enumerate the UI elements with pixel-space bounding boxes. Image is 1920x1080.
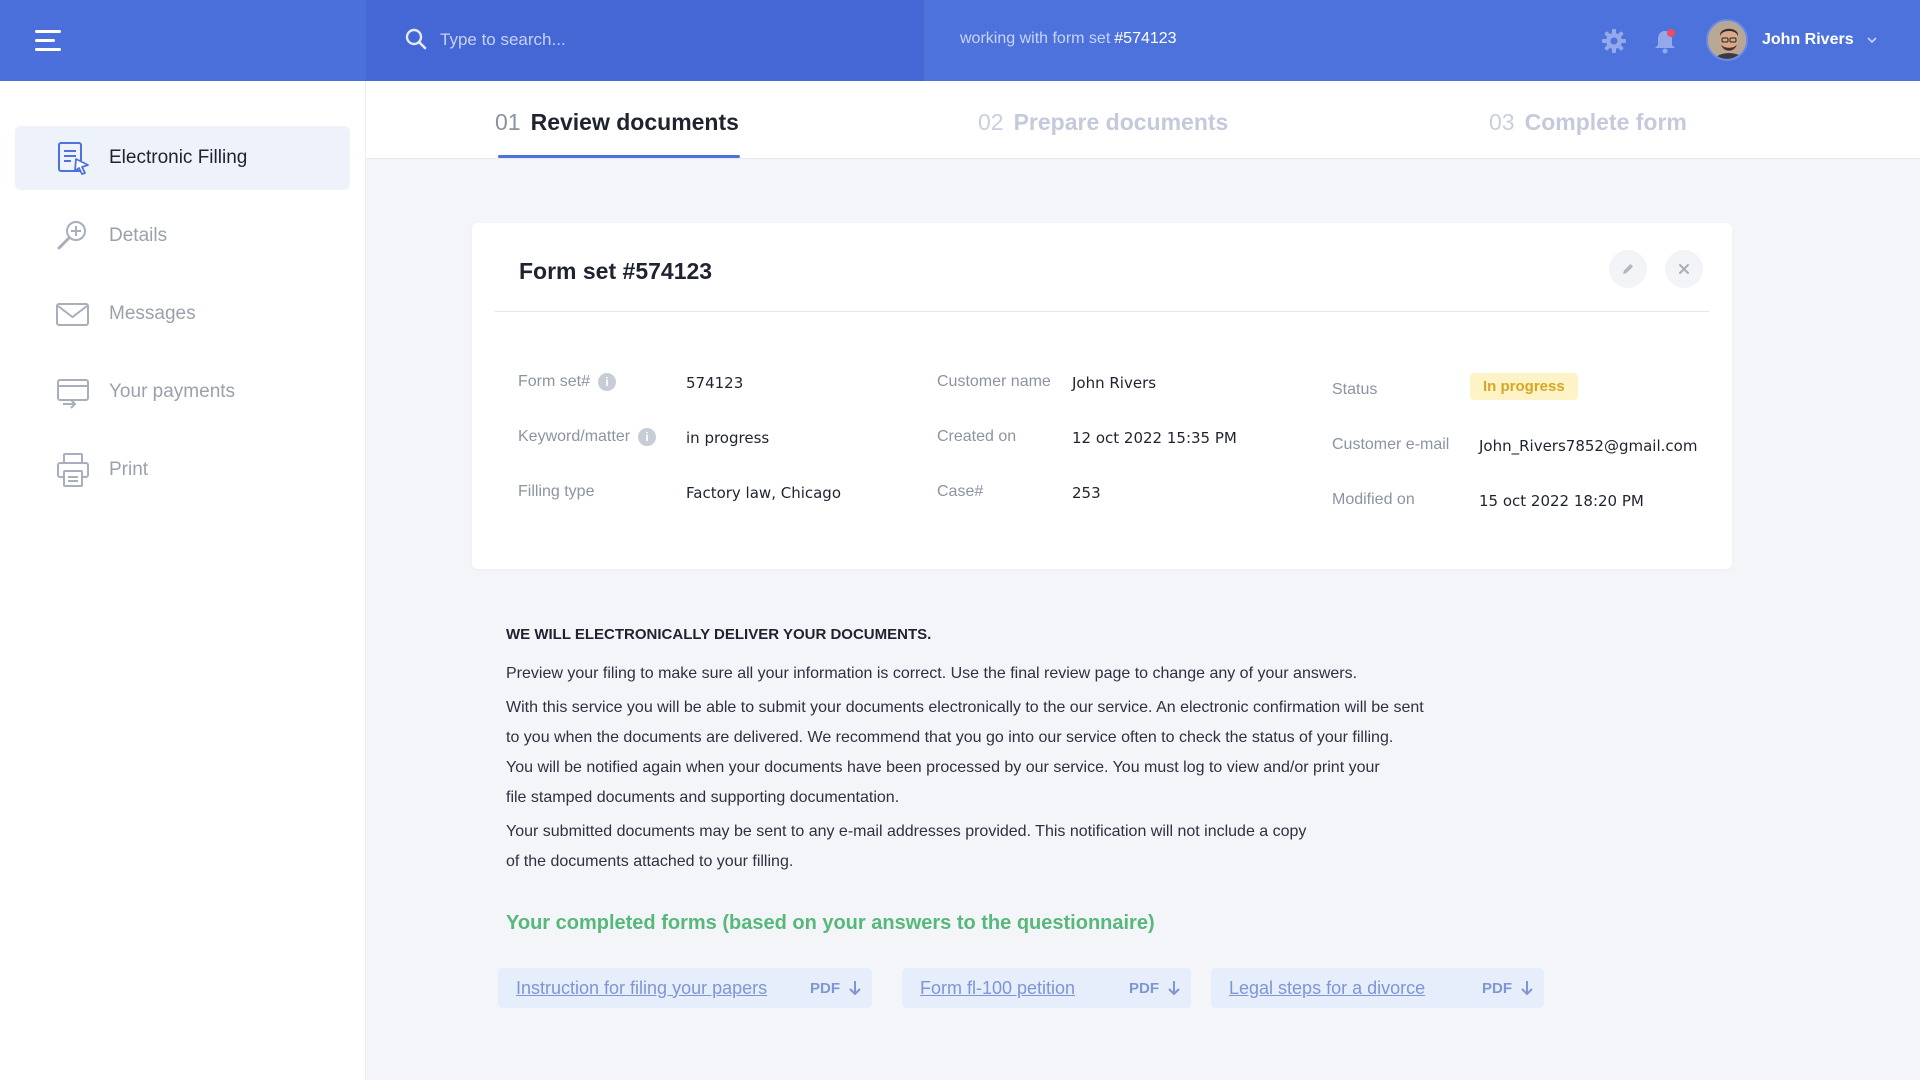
step-number: 01	[495, 109, 521, 135]
step-label: Prepare documents	[1013, 109, 1229, 135]
step-label: Complete form	[1524, 109, 1687, 135]
sidebar-item-electronic-filling[interactable]: Electronic Filling	[15, 126, 350, 190]
sidebar-item-label: Details	[109, 225, 168, 246]
working-form-set: working with form set #574123	[960, 30, 1177, 48]
step-label: Review documents	[530, 109, 739, 135]
close-button[interactable]	[1665, 250, 1703, 288]
card-divider	[495, 311, 1709, 312]
case-label: Case#	[937, 483, 984, 500]
form-set-label: Form set# i	[518, 373, 617, 391]
download-arrow-icon[interactable]	[1167, 979, 1181, 997]
working-prefix: working with form set	[960, 30, 1111, 47]
working-form-number: #574123	[1114, 30, 1177, 47]
completed-forms-title: Your completed forms (based on your answ…	[506, 912, 1155, 934]
notice-paragraph-2: With this service you will be able to su…	[506, 699, 1424, 806]
download-arrow-icon[interactable]	[1520, 979, 1534, 997]
envelope-icon	[55, 296, 91, 332]
top-bar: working with form set#574123	[0, 0, 1920, 81]
sidebar-item-details[interactable]: Details	[15, 204, 350, 268]
status-badge: In progress	[1470, 373, 1578, 400]
tab-complete-form[interactable]: 03 Complete form	[1489, 109, 1687, 136]
active-step-indicator	[498, 155, 740, 158]
pdf-link-label[interactable]: Legal steps for a divorce	[1229, 978, 1425, 999]
sidebar-item-label: Your payments	[109, 381, 236, 402]
sidebar-item-messages[interactable]: Messages	[15, 282, 350, 346]
user-name[interactable]: John Rivers	[1762, 31, 1854, 49]
pdf-link-petition[interactable]: Form fl-100 petition PDF	[902, 968, 1191, 1008]
close-icon	[1679, 264, 1689, 274]
download-arrow-icon[interactable]	[848, 979, 862, 997]
delivery-notice: WE WILL ELECTRONICALLY DELIVER YOUR DOCU…	[506, 626, 1506, 877]
pencil-icon	[1623, 264, 1633, 274]
sidebar-item-label: Electronic Filling	[109, 147, 248, 168]
tab-review-documents[interactable]: 01 Review documents	[495, 109, 739, 136]
header-left-panel	[0, 0, 366, 81]
avatar[interactable]	[1706, 19, 1748, 61]
created-on-value: 12 oct 2022 15:35 PM	[1072, 429, 1237, 447]
pdf-type: PDF	[810, 979, 840, 997]
customer-name-label: Customer name	[937, 373, 1051, 390]
steps-bar: 01 Review documents 02 Prepare documents 0…	[366, 81, 1920, 159]
search-input[interactable]	[440, 24, 880, 56]
keyword-label: Keyword/matter i	[518, 428, 657, 446]
document-cursor-icon	[55, 140, 91, 176]
pdf-link-label[interactable]: Instruction for filing your papers	[516, 978, 767, 999]
email-label: Customer e-mail	[1332, 436, 1450, 453]
form-set-card: Form set #574123 Form set# i 574123 Keywo…	[472, 223, 1732, 569]
tab-prepare-documents[interactable]: 02 Prepare documents	[978, 109, 1228, 136]
info-icon[interactable]: i	[598, 373, 617, 391]
customer-name-value: John Rivers	[1072, 374, 1157, 392]
pdf-type: PDF	[1482, 979, 1512, 997]
created-on-label: Created on	[937, 428, 1017, 445]
form-set-value: 574123	[686, 374, 744, 392]
modified-label: Modified on	[1332, 491, 1415, 508]
sidebar-item-label: Messages	[109, 303, 196, 324]
filling-type-label: Filling type	[518, 483, 595, 500]
status-label: Status	[1332, 381, 1378, 398]
info-icon[interactable]: i	[638, 428, 657, 446]
sidebar-item-print[interactable]: Print	[15, 438, 350, 502]
user-menu[interactable]: John Rivers	[1706, 17, 1878, 63]
modified-value: 15 oct 2022 18:20 PM	[1479, 492, 1644, 510]
notice-paragraph-1: Preview your filing to make sure all you…	[506, 665, 1358, 682]
notice-heading: WE WILL ELECTRONICALLY DELIVER YOUR DOCU…	[506, 626, 932, 643]
pdf-link-label[interactable]: Form fl-100 petition	[920, 978, 1075, 999]
case-value: 253	[1072, 484, 1101, 502]
hamburger-menu-icon[interactable]	[35, 30, 61, 52]
search-bar	[366, 0, 924, 81]
sidebar-item-label: Print	[109, 459, 149, 480]
email-value: John_Rivers7852@gmail.com	[1479, 437, 1698, 455]
notice-paragraph-3: Your submitted documents may be sent to …	[506, 823, 1307, 870]
sidebar: Electronic Filling Details Messages Your…	[0, 81, 366, 1080]
pdf-link-instruction[interactable]: Instruction for filing your papers PDF	[498, 968, 872, 1008]
keyword-value: in progress	[686, 429, 770, 447]
payment-icon	[55, 374, 91, 410]
printer-icon	[55, 452, 91, 488]
sidebar-item-your-payments[interactable]: Your payments	[15, 360, 350, 424]
magnify-plus-icon	[55, 218, 91, 254]
bell-icon[interactable]	[1652, 27, 1678, 55]
gear-icon[interactable]	[1600, 27, 1628, 55]
card-title: Form set #574123	[519, 258, 713, 284]
search-icon[interactable]	[404, 27, 428, 51]
edit-button[interactable]	[1609, 250, 1647, 288]
step-number: 03	[1489, 109, 1515, 135]
step-number: 02	[978, 109, 1004, 135]
pdf-link-legal-steps[interactable]: Legal steps for a divorce PDF	[1211, 968, 1544, 1008]
filling-type-value: Factory law, Chicago	[686, 484, 842, 502]
pdf-type: PDF	[1129, 979, 1159, 997]
chevron-down-icon[interactable]	[1866, 34, 1878, 46]
